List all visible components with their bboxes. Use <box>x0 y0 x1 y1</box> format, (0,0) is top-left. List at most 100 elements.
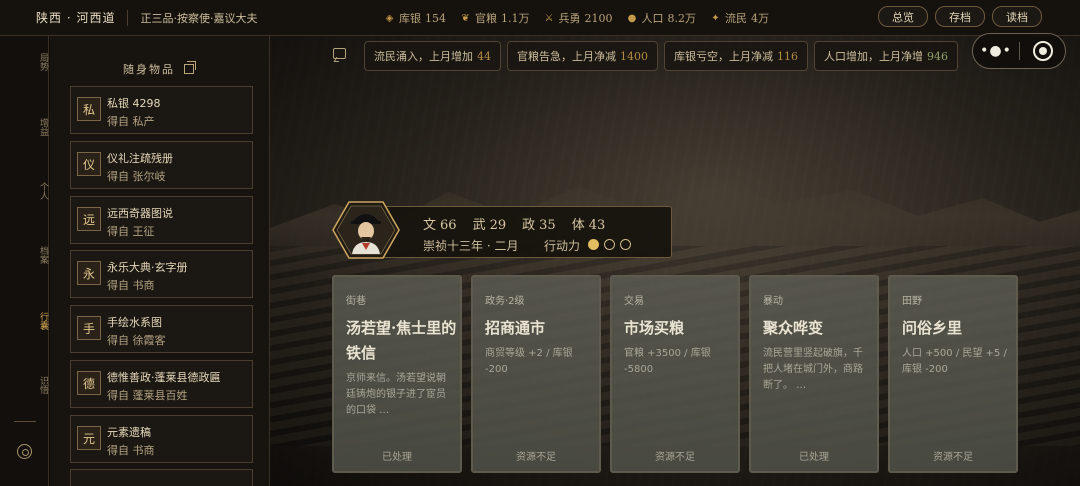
more-icon[interactable]: •●• <box>973 43 1019 59</box>
attr-wen: 文 66 <box>423 218 457 233</box>
event-chip[interactable]: 库银亏空，上月净减 116 <box>664 41 808 71</box>
action-points-label: 行动力 <box>544 239 581 253</box>
item-badge: 元 <box>77 426 101 450</box>
stat-value: 154 <box>425 11 446 25</box>
overview-button[interactable]: 总览 <box>878 6 928 27</box>
item-badge: 私 <box>77 97 101 121</box>
save-button[interactable]: 存档 <box>935 6 985 27</box>
item-name: 德惟善政·蓬莱县德政匾 <box>107 371 221 384</box>
nav-item-buffs[interactable]: 增益 <box>0 118 49 136</box>
stat-soldiers: ⚔ 兵勇 2100 <box>544 10 613 26</box>
nav-item-situation[interactable]: 局势 <box>0 53 49 71</box>
message-icon[interactable] <box>333 48 346 59</box>
item-source: 得自 张尔岐 <box>107 170 166 183</box>
event-value: 44 <box>477 49 491 63</box>
official-rank: 正三品·按察使·嘉议大夫 <box>140 11 258 25</box>
action-point-dot <box>620 239 631 250</box>
soldier-icon: ⚔ <box>544 12 554 24</box>
divider <box>127 9 129 26</box>
top-buttons: 总览 存档 读档 <box>878 6 1042 27</box>
stat-grain: ❦ 官粮 1.1万 <box>460 10 529 26</box>
card-tag: 暴动 <box>763 296 783 307</box>
nav-item-luggage[interactable]: 行囊 <box>0 312 49 330</box>
item-badge: 永 <box>77 261 101 285</box>
item-source: 得自 徐霞客 <box>107 334 166 347</box>
nav-divider <box>14 421 36 422</box>
stat-value: 2100 <box>584 11 613 25</box>
card-description: 京师来信。汤若望说朝廷铸炮的银子进了宦员的口袋 … <box>346 373 446 416</box>
inventory-item[interactable]: 仪 仪礼注疏残册 得自 张尔岐 <box>70 141 253 189</box>
card-title: 聚众哗变 <box>763 319 824 337</box>
side-nav: 局势 增益 个人 档案 行囊 识悟 <box>0 36 49 486</box>
inventory-panel: 随身物品 私 私银 4298 得自 私产 仪 仪礼注疏残册 得自 张尔岐 远 远… <box>50 36 270 486</box>
mini-program-capsule: •●• <box>972 33 1066 69</box>
inventory-item[interactable]: 元 元素遗稿 得自 书商 <box>70 415 253 463</box>
event-text: 人口增加，上月净增 <box>824 50 923 63</box>
population-icon: ● <box>627 12 637 24</box>
event-card[interactable]: 街巷 汤若望·焦士里的铁信 京师来信。汤若望说朝廷铸炮的银子进了宦员的口袋 … … <box>332 275 462 473</box>
item-name: 远西奇器图说 <box>107 207 173 220</box>
game-date: 崇祯十三年 · 二月 <box>423 239 519 253</box>
inventory-item[interactable]: 私 私银 4298 得自 私产 <box>70 86 253 134</box>
card-title: 市场买粮 <box>624 319 685 337</box>
item-source: 得自 书商 <box>107 444 155 457</box>
attr-ti: 体 43 <box>571 218 606 233</box>
item-source: 得自 王征 <box>107 225 155 238</box>
inventory-item[interactable]: 永 永乐大典·玄字册 得自 书商 <box>70 250 253 298</box>
copy-icon[interactable] <box>184 61 196 74</box>
card-status: 已处理 <box>799 452 829 463</box>
event-chip[interactable]: 流民涌入，上月增加 44 <box>364 41 501 71</box>
card-description: 人口 +500 / 民望 +5 / 库银 -200 <box>902 348 1007 375</box>
action-point-dot <box>604 239 615 250</box>
inventory-item[interactable]: 远 远西奇器图说 得自 王征 <box>70 196 253 244</box>
card-status: 资源不足 <box>933 452 973 463</box>
item-badge: 仪 <box>77 152 101 176</box>
event-card[interactable]: 田野 问俗乡里 人口 +500 / 民望 +5 / 库银 -200 资源不足 <box>888 275 1018 473</box>
resource-stats: ◈ 库银 154 ❦ 官粮 1.1万 ⚔ 兵勇 2100 ● 人口 8.2万 ✦… <box>384 0 769 36</box>
settings-icon[interactable] <box>17 444 32 459</box>
card-title: 汤若望·焦士里的铁信 <box>346 319 457 362</box>
action-point-dot <box>588 239 599 250</box>
item-name: 仪礼注疏残册 <box>107 152 173 165</box>
item-name: 永乐大典·玄字册 <box>107 261 188 274</box>
stat-label: 官粮 <box>475 12 497 25</box>
stat-label: 流民 <box>725 12 747 25</box>
item-source: 得自 私产 <box>107 115 155 128</box>
refugee-icon: ✦ <box>711 12 720 24</box>
item-name: 私银 4298 <box>107 97 161 110</box>
character-portrait[interactable] <box>332 200 400 260</box>
nav-item-personal[interactable]: 个人 <box>0 182 49 200</box>
card-status: 已处理 <box>382 452 412 463</box>
event-strip: 流民涌入，上月增加 44 官粮告急，上月净减 1400 库银亏空，上月净减 11… <box>364 41 958 71</box>
stat-value: 4万 <box>751 12 769 25</box>
load-button[interactable]: 读档 <box>992 6 1042 27</box>
card-description: 官粮 +3500 / 库银 -5800 <box>624 348 711 375</box>
event-card[interactable]: 政务·2级 招商通市 商贸等级 +2 / 库银 -200 资源不足 <box>471 275 601 473</box>
stat-silver: ◈ 库银 154 <box>384 10 446 26</box>
card-title: 招商通市 <box>485 319 546 337</box>
event-chip[interactable]: 官粮告急，上月净减 1400 <box>507 41 658 71</box>
stat-label: 库银 <box>399 12 421 25</box>
event-value: 116 <box>777 49 798 63</box>
nav-item-insight[interactable]: 识悟 <box>0 376 49 394</box>
character-attributes: 文 66 武 29 政 35 体 43 <box>423 214 605 233</box>
event-value: 1400 <box>620 49 648 63</box>
nav-item-records[interactable]: 档案 <box>0 246 49 264</box>
inventory-item[interactable]: 德 德惟善政·蓬莱县德政匾 得自 蓬莱县百姓 <box>70 360 253 408</box>
stat-refugees: ✦ 流民 4万 <box>710 10 769 26</box>
item-badge: 手 <box>77 316 101 340</box>
inventory-item-partial[interactable] <box>70 469 253 486</box>
close-icon[interactable] <box>1033 41 1053 61</box>
region-title: 陕西 · 河西道 <box>36 11 116 25</box>
event-chip[interactable]: 人口增加，上月净增 946 <box>814 41 958 71</box>
inventory-item[interactable]: 手 手绘水系图 得自 徐霞客 <box>70 305 253 353</box>
stat-population: ● 人口 8.2万 <box>627 10 696 26</box>
event-text: 库银亏空，上月净减 <box>674 50 773 63</box>
event-text: 官粮告急，上月净减 <box>517 50 616 63</box>
item-badge: 远 <box>77 207 101 231</box>
event-card[interactable]: 交易 市场买粮 官粮 +3500 / 库银 -5800 资源不足 <box>610 275 740 473</box>
grain-icon: ❦ <box>461 12 470 24</box>
event-card[interactable]: 暴动 聚众哗变 流民营里竖起破旗，千把人堵在城门外，商路断了。 … 已处理 <box>749 275 879 473</box>
attr-zheng: 政 35 <box>522 218 556 233</box>
stat-label: 兵勇 <box>558 12 581 25</box>
